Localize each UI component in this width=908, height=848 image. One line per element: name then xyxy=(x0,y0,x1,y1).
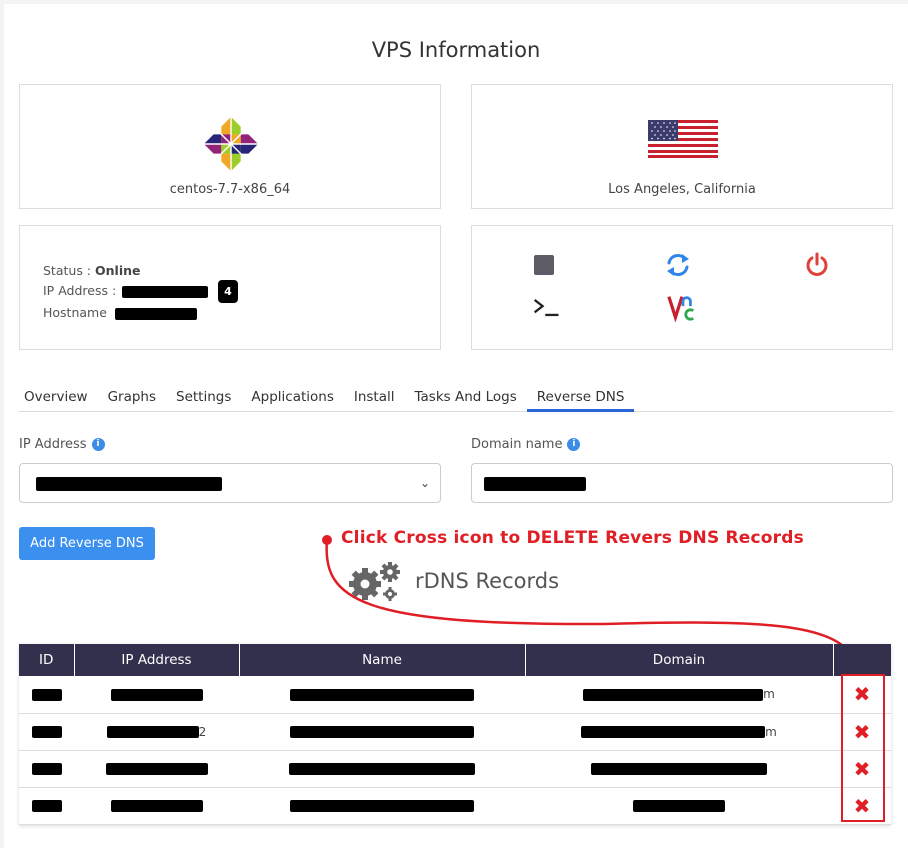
ip-address-field-label: IP Address i xyxy=(19,437,105,452)
redacted-domain xyxy=(591,763,767,775)
rdns-records-table: ID IP Address Name Domain m ✖ 2 m ✖ ✖ ✖ xyxy=(19,644,891,825)
redacted-id xyxy=(31,800,62,812)
tab-applications[interactable]: Applications xyxy=(241,384,343,412)
tab-settings[interactable]: Settings xyxy=(166,384,241,412)
restart-button[interactable] xyxy=(663,250,693,280)
power-icon xyxy=(806,252,828,276)
column-header-actions xyxy=(833,644,891,676)
redacted-domain xyxy=(583,688,764,701)
column-header-id: ID xyxy=(19,644,75,676)
redacted-id xyxy=(31,688,62,701)
os-card: centos-7.7-x86_64 xyxy=(19,84,441,209)
domain-name-label-text: Domain name xyxy=(471,437,563,452)
domain-name-input[interactable] xyxy=(471,463,893,503)
us-flag-icon xyxy=(648,120,718,158)
domain-name-field-label: Domain name i xyxy=(471,437,581,452)
tab-reverse-dns[interactable]: Reverse DNS xyxy=(526,384,635,412)
table-row: m ✖ xyxy=(19,676,891,714)
redacted-hostname xyxy=(114,307,197,320)
console-button[interactable] xyxy=(532,292,562,322)
vnc-button[interactable] xyxy=(667,292,697,322)
ip-address-select[interactable]: ⌄ xyxy=(19,463,441,503)
table-row: ✖ xyxy=(19,787,891,825)
chevron-down-icon: ⌄ xyxy=(419,476,430,490)
hostname-line: Hostname xyxy=(43,303,238,322)
tab-overview[interactable]: Overview xyxy=(19,384,98,412)
redacted-ip xyxy=(110,688,203,701)
stop-button[interactable] xyxy=(529,250,559,280)
redacted-ip xyxy=(106,726,199,738)
annotation-text: Click Cross icon to DELETE Revers DNS Re… xyxy=(341,528,804,548)
tab-graphs[interactable]: Graphs xyxy=(98,384,166,412)
redacted-ip-value xyxy=(36,477,222,491)
rdns-records-title: rDNS Records xyxy=(415,569,560,593)
location-card: Los Angeles, California xyxy=(471,84,893,209)
restart-icon xyxy=(667,254,689,276)
domain-suffix: m xyxy=(763,687,775,702)
tab-install[interactable]: Install xyxy=(344,384,405,412)
domain-suffix: m xyxy=(765,724,777,739)
redacted-domain-value xyxy=(484,477,586,491)
rdns-records-heading: rDNS Records xyxy=(347,560,559,602)
redacted-domain xyxy=(581,726,766,738)
power-button[interactable] xyxy=(802,250,832,280)
table-row: 2 m ✖ xyxy=(19,713,891,751)
add-reverse-dns-button[interactable]: Add Reverse DNS xyxy=(19,527,155,560)
ip-address-label-text: IP Address xyxy=(19,437,87,452)
os-name: centos-7.7-x86_64 xyxy=(169,182,291,197)
ip-suffix: 2 xyxy=(198,724,207,739)
redacted-name xyxy=(290,688,474,701)
gears-icon xyxy=(349,562,400,601)
delete-column-highlight xyxy=(841,674,885,822)
redacted-domain xyxy=(633,800,725,812)
table-row: ✖ xyxy=(19,750,891,788)
controls-card xyxy=(471,225,893,350)
location-name: Los Angeles, California xyxy=(608,182,756,197)
redacted-id xyxy=(31,726,62,738)
redacted-id xyxy=(31,763,62,775)
column-header-domain: Domain xyxy=(525,644,834,676)
redacted-ip xyxy=(105,763,208,775)
console-icon xyxy=(533,299,559,317)
status-value: Online xyxy=(95,263,141,278)
ip-line: IP Address : 4 xyxy=(43,280,238,303)
status-label: Status : xyxy=(43,263,92,278)
stop-icon xyxy=(534,255,554,275)
vnc-icon xyxy=(667,296,695,322)
redacted-ip xyxy=(122,285,209,298)
status-line: Status : Online xyxy=(43,261,238,280)
redacted-name xyxy=(289,763,475,775)
ip-count-badge: 4 xyxy=(218,280,238,303)
page-title: VPS Information xyxy=(371,38,541,62)
info-icon[interactable]: i xyxy=(567,438,581,451)
redacted-name xyxy=(290,800,474,812)
centos-logo-icon xyxy=(203,116,259,172)
tab-tasks-and-logs[interactable]: Tasks And Logs xyxy=(405,384,527,412)
column-header-name: Name xyxy=(239,644,526,676)
info-icon[interactable]: i xyxy=(91,438,105,451)
redacted-ip xyxy=(110,800,203,812)
hostname-label: Hostname xyxy=(43,305,107,320)
status-card: Status : Online IP Address : 4 Hostname xyxy=(19,225,441,350)
ip-label: IP Address : xyxy=(43,283,117,298)
redacted-name xyxy=(290,726,474,738)
tab-bar: Overview Graphs Settings Applications In… xyxy=(19,384,893,412)
column-header-ip-address: IP Address xyxy=(74,644,240,676)
